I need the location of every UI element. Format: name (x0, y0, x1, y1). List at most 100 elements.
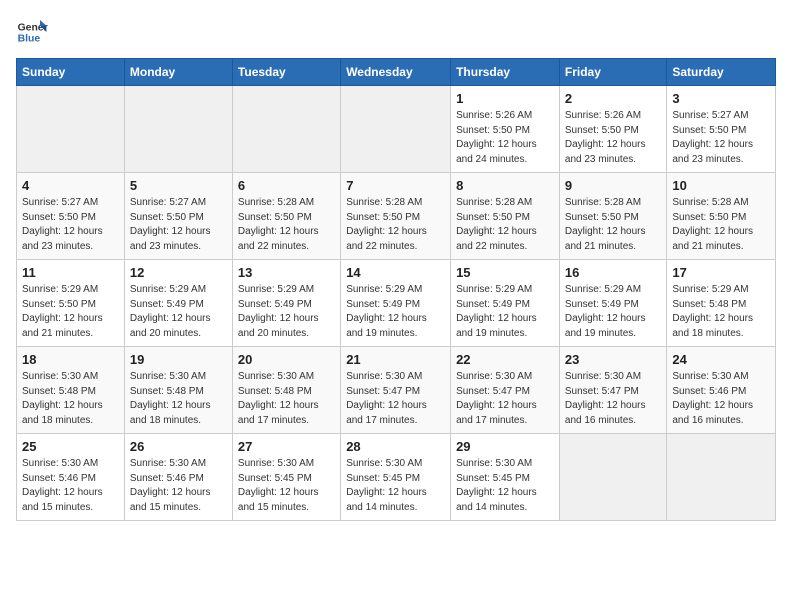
day-info: Sunrise: 5:28 AM Sunset: 5:50 PM Dayligh… (238, 196, 335, 254)
calendar-cell (667, 434, 776, 521)
calendar-cell: 23 Sunrise: 5:30 AM Sunset: 5:47 PM Dayli… (559, 347, 666, 434)
day-info: Sunrise: 5:26 AM Sunset: 5:50 PM Dayligh… (456, 109, 554, 167)
day-info: Sunrise: 5:29 AM Sunset: 5:49 PM Dayligh… (346, 283, 445, 341)
calendar-cell: 10 Sunrise: 5:28 AM Sunset: 5:50 PM Dayli… (667, 173, 776, 260)
day-number: 13 (238, 265, 335, 280)
day-number: 3 (672, 91, 770, 106)
calendar-cell: 4 Sunrise: 5:27 AM Sunset: 5:50 PM Daylig… (17, 173, 125, 260)
calendar-cell: 25Sunrise: 5:30 AM Sunset: 5:46 PM Dayli… (17, 434, 125, 521)
day-number: 21 (346, 352, 445, 367)
day-number: 24 (672, 352, 770, 367)
day-info: Sunrise: 5:30 AM Sunset: 5:47 PM Dayligh… (565, 370, 661, 428)
day-info: Sunrise: 5:27 AM Sunset: 5:50 PM Dayligh… (130, 196, 227, 254)
day-number: 19 (130, 352, 227, 367)
day-number: 15 (456, 265, 554, 280)
calendar-header-wednesday: Wednesday (341, 59, 451, 86)
day-info: Sunrise: 5:28 AM Sunset: 5:50 PM Dayligh… (456, 196, 554, 254)
day-info: Sunrise: 5:30 AM Sunset: 5:47 PM Dayligh… (346, 370, 445, 428)
day-number: 6 (238, 178, 335, 193)
day-number: 10 (672, 178, 770, 193)
calendar-cell (124, 86, 232, 173)
calendar-cell: 6 Sunrise: 5:28 AM Sunset: 5:50 PM Daylig… (232, 173, 340, 260)
day-number: 2 (565, 91, 661, 106)
calendar-cell: 11Sunrise: 5:29 AM Sunset: 5:50 PM Dayli… (17, 260, 125, 347)
calendar-cell (559, 434, 666, 521)
calendar-week-3: 11Sunrise: 5:29 AM Sunset: 5:50 PM Dayli… (17, 260, 776, 347)
day-info: Sunrise: 5:30 AM Sunset: 5:48 PM Dayligh… (22, 370, 119, 428)
calendar-cell: 9Sunrise: 5:28 AM Sunset: 5:50 PM Daylig… (559, 173, 666, 260)
day-info: Sunrise: 5:28 AM Sunset: 5:50 PM Dayligh… (672, 196, 770, 254)
day-info: Sunrise: 5:29 AM Sunset: 5:50 PM Dayligh… (22, 283, 119, 341)
day-info: Sunrise: 5:29 AM Sunset: 5:49 PM Dayligh… (565, 283, 661, 341)
day-number: 5 (130, 178, 227, 193)
calendar-cell: 28 Sunrise: 5:30 AM Sunset: 5:45 PM Dayli… (341, 434, 451, 521)
day-info: Sunrise: 5:27 AM Sunset: 5:50 PM Dayligh… (672, 109, 770, 167)
day-info: Sunrise: 5:29 AM Sunset: 5:49 PM Dayligh… (456, 283, 554, 341)
day-number: 17 (672, 265, 770, 280)
svg-text:Blue: Blue (18, 34, 41, 45)
calendar-week-1: 1 Sunrise: 5:26 AM Sunset: 5:50 PM Daylig… (17, 86, 776, 173)
day-info: Sunrise: 5:28 AM Sunset: 5:50 PM Dayligh… (346, 196, 445, 254)
logo-icon: General Blue (16, 16, 48, 48)
calendar-cell: 7 Sunrise: 5:28 AM Sunset: 5:50 PM Daylig… (341, 173, 451, 260)
calendar-header-thursday: Thursday (451, 59, 560, 86)
day-number: 8 (456, 178, 554, 193)
day-number: 12 (130, 265, 227, 280)
day-info: Sunrise: 5:29 AM Sunset: 5:48 PM Dayligh… (672, 283, 770, 341)
day-number: 18 (22, 352, 119, 367)
day-number: 4 (22, 178, 119, 193)
day-number: 1 (456, 91, 554, 106)
day-info: Sunrise: 5:27 AM Sunset: 5:50 PM Dayligh… (22, 196, 119, 254)
day-number: 22 (456, 352, 554, 367)
calendar-cell: 29Sunrise: 5:30 AM Sunset: 5:45 PM Dayli… (451, 434, 560, 521)
calendar-table: SundayMondayTuesdayWednesdayThursdayFrid… (16, 58, 776, 521)
calendar-cell (232, 86, 340, 173)
day-info: Sunrise: 5:30 AM Sunset: 5:48 PM Dayligh… (238, 370, 335, 428)
calendar-cell: 5 Sunrise: 5:27 AM Sunset: 5:50 PM Daylig… (124, 173, 232, 260)
day-number: 14 (346, 265, 445, 280)
calendar-cell: 17 Sunrise: 5:29 AM Sunset: 5:48 PM Dayli… (667, 260, 776, 347)
page-header: General Blue (16, 16, 776, 48)
day-info: Sunrise: 5:30 AM Sunset: 5:45 PM Dayligh… (456, 457, 554, 515)
logo: General Blue (16, 16, 52, 48)
day-number: 23 (565, 352, 661, 367)
calendar-header-monday: Monday (124, 59, 232, 86)
calendar-week-2: 4 Sunrise: 5:27 AM Sunset: 5:50 PM Daylig… (17, 173, 776, 260)
calendar-cell: 15 Sunrise: 5:29 AM Sunset: 5:49 PM Dayli… (451, 260, 560, 347)
calendar-cell: 1 Sunrise: 5:26 AM Sunset: 5:50 PM Daylig… (451, 86, 560, 173)
calendar-cell: 8 Sunrise: 5:28 AM Sunset: 5:50 PM Daylig… (451, 173, 560, 260)
calendar-cell: 27 Sunrise: 5:30 AM Sunset: 5:45 PM Dayli… (232, 434, 340, 521)
calendar-cell: 18 Sunrise: 5:30 AM Sunset: 5:48 PM Dayli… (17, 347, 125, 434)
day-info: Sunrise: 5:30 AM Sunset: 5:46 PM Dayligh… (22, 457, 119, 515)
day-info: Sunrise: 5:30 AM Sunset: 5:46 PM Dayligh… (130, 457, 227, 515)
day-info: Sunrise: 5:29 AM Sunset: 5:49 PM Dayligh… (238, 283, 335, 341)
day-info: Sunrise: 5:26 AM Sunset: 5:50 PM Dayligh… (565, 109, 661, 167)
calendar-cell: 3 Sunrise: 5:27 AM Sunset: 5:50 PM Daylig… (667, 86, 776, 173)
calendar-header-saturday: Saturday (667, 59, 776, 86)
day-info: Sunrise: 5:29 AM Sunset: 5:49 PM Dayligh… (130, 283, 227, 341)
day-info: Sunrise: 5:30 AM Sunset: 5:47 PM Dayligh… (456, 370, 554, 428)
calendar-cell: 26 Sunrise: 5:30 AM Sunset: 5:46 PM Dayli… (124, 434, 232, 521)
calendar-header-friday: Friday (559, 59, 666, 86)
calendar-week-5: 25Sunrise: 5:30 AM Sunset: 5:46 PM Dayli… (17, 434, 776, 521)
calendar-cell: 21 Sunrise: 5:30 AM Sunset: 5:47 PM Dayli… (341, 347, 451, 434)
calendar-cell: 16 Sunrise: 5:29 AM Sunset: 5:49 PM Dayli… (559, 260, 666, 347)
day-number: 26 (130, 439, 227, 454)
calendar-header-tuesday: Tuesday (232, 59, 340, 86)
calendar-cell: 22 Sunrise: 5:30 AM Sunset: 5:47 PM Dayli… (451, 347, 560, 434)
calendar-cell: 12 Sunrise: 5:29 AM Sunset: 5:49 PM Dayli… (124, 260, 232, 347)
day-number: 16 (565, 265, 661, 280)
calendar-cell (17, 86, 125, 173)
day-number: 28 (346, 439, 445, 454)
calendar-header-row: SundayMondayTuesdayWednesdayThursdayFrid… (17, 59, 776, 86)
calendar-cell: 24 Sunrise: 5:30 AM Sunset: 5:46 PM Dayli… (667, 347, 776, 434)
calendar-header-sunday: Sunday (17, 59, 125, 86)
day-number: 20 (238, 352, 335, 367)
calendar-cell: 20 Sunrise: 5:30 AM Sunset: 5:48 PM Dayli… (232, 347, 340, 434)
day-info: Sunrise: 5:30 AM Sunset: 5:46 PM Dayligh… (672, 370, 770, 428)
day-info: Sunrise: 5:30 AM Sunset: 5:45 PM Dayligh… (346, 457, 445, 515)
day-number: 7 (346, 178, 445, 193)
day-number: 27 (238, 439, 335, 454)
calendar-cell (341, 86, 451, 173)
day-info: Sunrise: 5:30 AM Sunset: 5:45 PM Dayligh… (238, 457, 335, 515)
